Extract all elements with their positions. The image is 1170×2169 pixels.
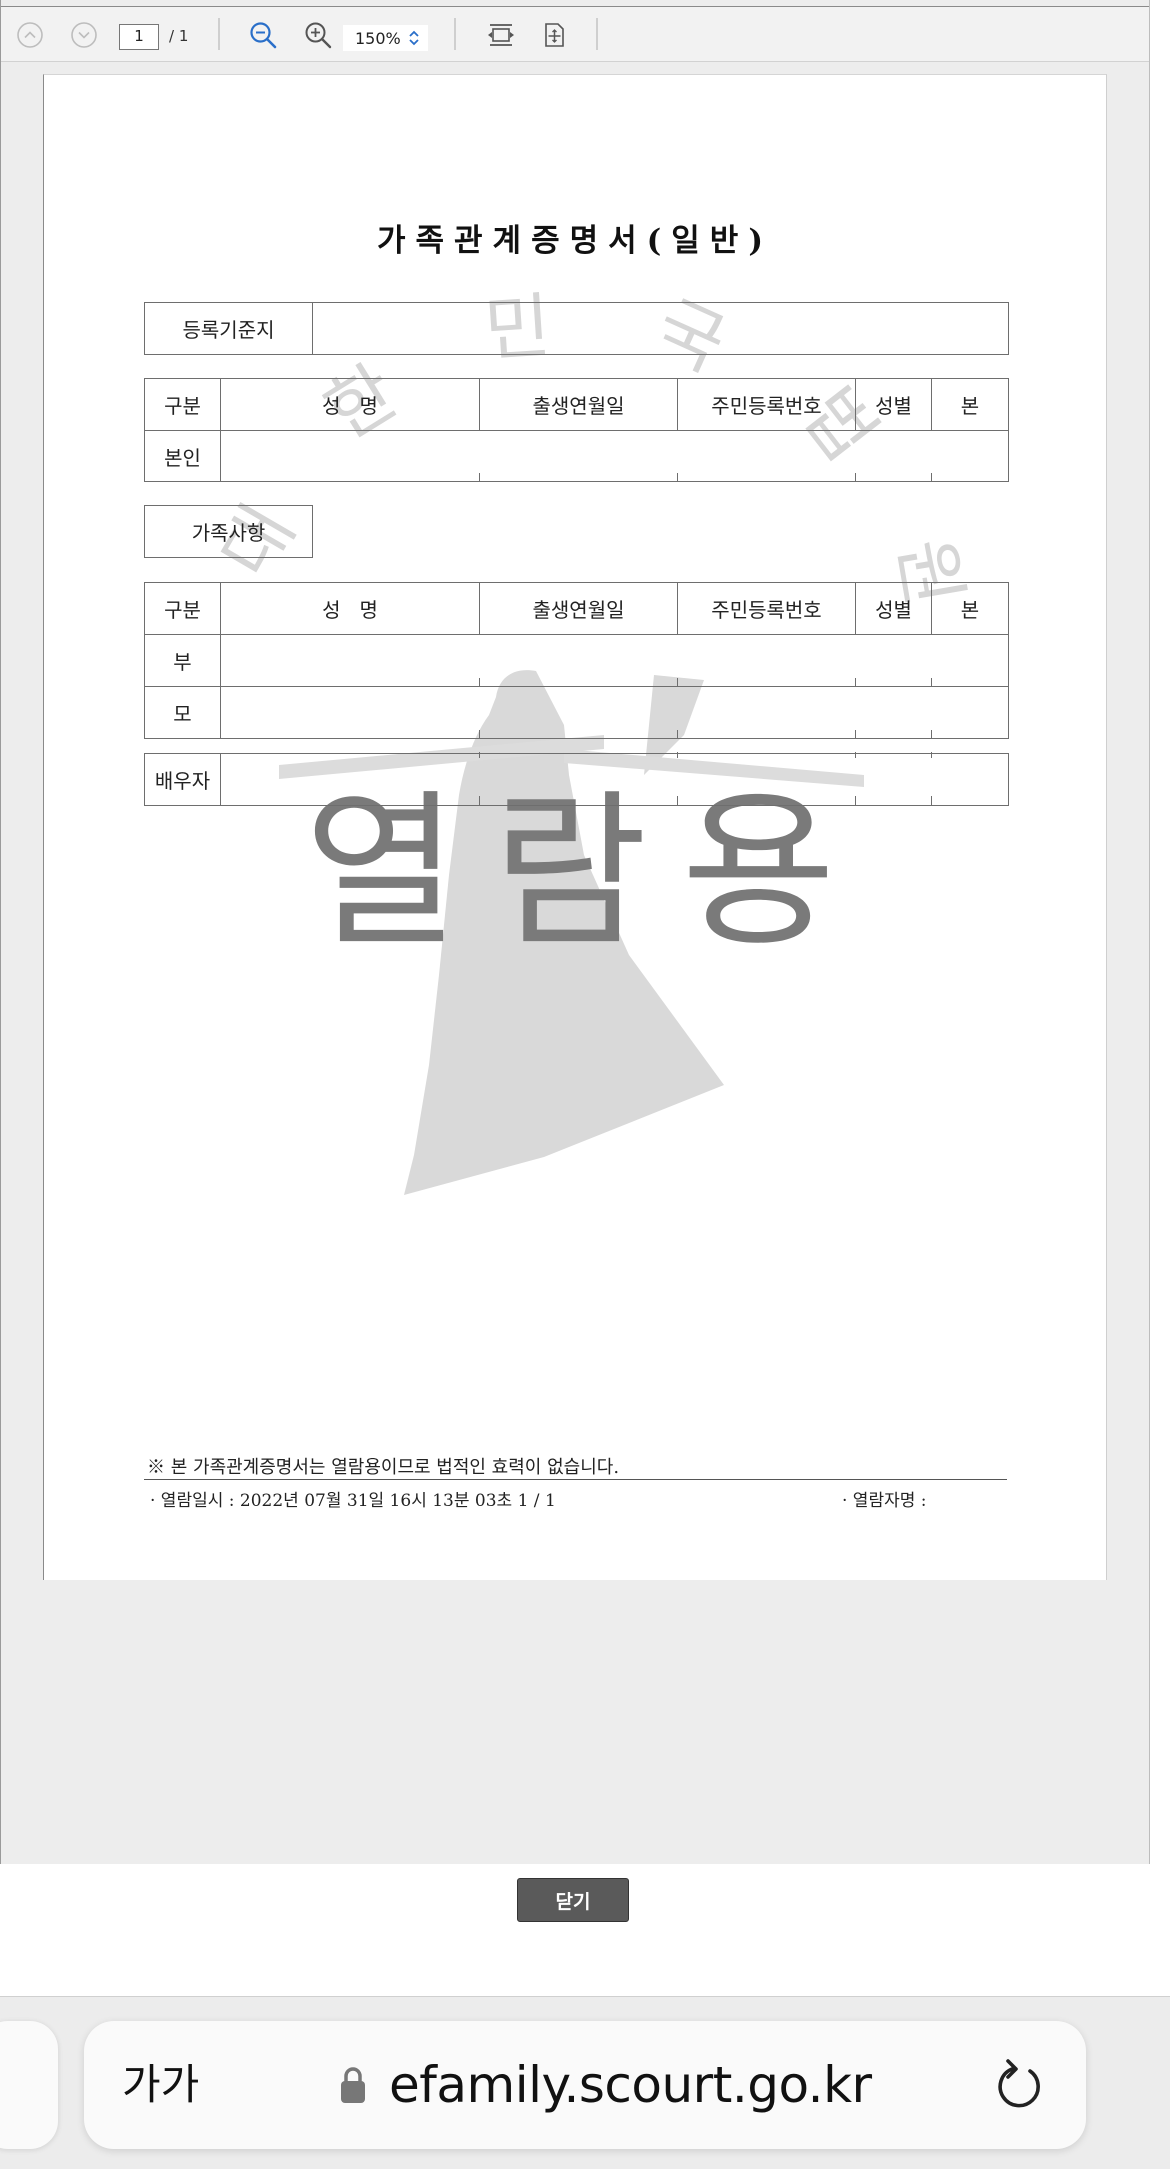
col-header-clan: 본	[931, 582, 1009, 635]
document-title: 가족관계증명서(일반)	[376, 223, 773, 259]
spouse-row-value	[220, 753, 1009, 806]
self-row-value	[220, 430, 1009, 482]
cell-divider	[855, 678, 857, 687]
page-count: / 1	[169, 27, 189, 45]
col-header-category: 구분	[144, 378, 221, 431]
col-header-birthdate: 출생연월일	[479, 378, 678, 431]
chevron-up-down-icon	[409, 30, 419, 46]
col-header-gender: 성별	[855, 582, 932, 635]
cell-divider	[855, 473, 857, 482]
zoom-out-button[interactable]	[247, 19, 279, 51]
pdf-viewer[interactable]: 1 / 1 150% 대한민국법원 열람용 가족관계증명서(일반) 등록기준지 …	[0, 0, 1150, 1864]
family-info-table: 구분 성 명 출생연월일 주민등록번호 성별 본 부 모	[144, 582, 1009, 739]
toolbar-divider	[218, 18, 220, 50]
registration-base-value	[312, 302, 1009, 355]
zoom-in-icon	[305, 22, 332, 49]
viewer-name-label: · 열람자명 :	[842, 1491, 927, 1511]
cell-divider	[479, 752, 481, 758]
cell-divider	[479, 678, 481, 687]
father-row-value	[220, 634, 1009, 687]
court-seal-watermark: 대한민국법원 열람용	[204, 278, 898, 1195]
cell-divider	[479, 796, 481, 805]
chevron-up-circle-icon	[17, 22, 43, 48]
family-section-label: 가족사항	[144, 505, 313, 558]
col-header-resident-number: 주민등록번호	[677, 582, 856, 635]
view-datetime: · 열람일시 : 2022년 07월 31일 16시 13분 03초 1 / 1	[150, 1491, 556, 1511]
col-header-name: 성 명	[220, 582, 480, 635]
cell-divider	[855, 752, 857, 758]
cell-divider	[677, 473, 679, 482]
browser-bottom-bar: 가가 efamily.scourt.go.kr	[0, 1996, 1170, 2169]
registration-base-label: 등록기준지	[144, 302, 313, 355]
cell-divider	[479, 730, 481, 739]
toolbar-divider	[596, 18, 598, 50]
fit-page-button[interactable]	[539, 20, 569, 50]
lock-icon	[341, 2067, 365, 2103]
self-row-label: 본인	[144, 430, 221, 482]
page-number-input[interactable]: 1	[119, 24, 159, 50]
pdf-toolbar: 1 / 1 150%	[1, 7, 1149, 62]
legal-notice: ※ 본 가족관계증명서는 열람용이므로 법적인 효력이 없습니다.	[147, 1457, 620, 1478]
url-text: efamily.scourt.go.kr	[389, 2056, 872, 2114]
spouse-info-table: 배우자	[144, 753, 1009, 806]
next-page-button[interactable]	[69, 20, 99, 50]
previous-page-button[interactable]	[15, 20, 45, 50]
zoom-in-button[interactable]	[302, 19, 334, 51]
toolbar-divider	[454, 18, 456, 50]
cell-divider	[677, 678, 679, 687]
col-header-birthdate: 출생연월일	[479, 582, 678, 635]
reload-icon[interactable]	[994, 2059, 1046, 2113]
registration-base-table: 등록기준지	[144, 302, 1009, 355]
col-header-category: 구분	[144, 582, 221, 635]
fit-whole-page-icon	[545, 23, 564, 47]
close-button[interactable]: 닫기	[517, 1878, 629, 1922]
address-bar[interactable]: 가가 efamily.scourt.go.kr	[84, 2021, 1086, 2149]
chevron-down-circle-icon	[71, 22, 97, 48]
self-info-table: 구분 성 명 출생연월일 주민등록번호 성별 본 본인	[144, 378, 1009, 482]
spouse-row-label: 배우자	[144, 753, 221, 806]
cell-divider	[931, 796, 933, 805]
cell-divider	[931, 678, 933, 687]
previous-tab-preview[interactable]	[0, 2021, 58, 2149]
col-header-gender: 성별	[855, 378, 932, 431]
cell-divider	[855, 796, 857, 805]
page-settings-button[interactable]: 가가	[122, 2061, 199, 2109]
mother-row-label: 모	[144, 686, 221, 739]
fit-page-width-icon	[488, 24, 514, 46]
mother-row-value	[220, 686, 1009, 739]
col-header-clan: 본	[931, 378, 1009, 431]
cell-divider	[855, 730, 857, 739]
zoom-out-icon	[250, 22, 277, 49]
cell-divider	[479, 473, 481, 482]
zoom-level-value: 150%	[355, 28, 401, 48]
cell-divider	[931, 473, 933, 482]
cell-divider	[931, 752, 933, 758]
cell-divider	[677, 730, 679, 739]
footer-divider	[144, 1479, 1007, 1481]
col-header-resident-number: 주민등록번호	[677, 378, 856, 431]
father-row-label: 부	[144, 634, 221, 687]
col-header-name: 성 명	[220, 378, 480, 431]
zoom-level-select[interactable]: 150%	[343, 25, 428, 51]
cell-divider	[677, 796, 679, 805]
cell-divider	[677, 752, 679, 758]
document-page: 대한민국법원 열람용 가족관계증명서(일반) 등록기준지 구분 성 명 출생연월	[43, 74, 1107, 1580]
fit-width-button[interactable]	[486, 20, 516, 50]
cell-divider	[931, 730, 933, 739]
